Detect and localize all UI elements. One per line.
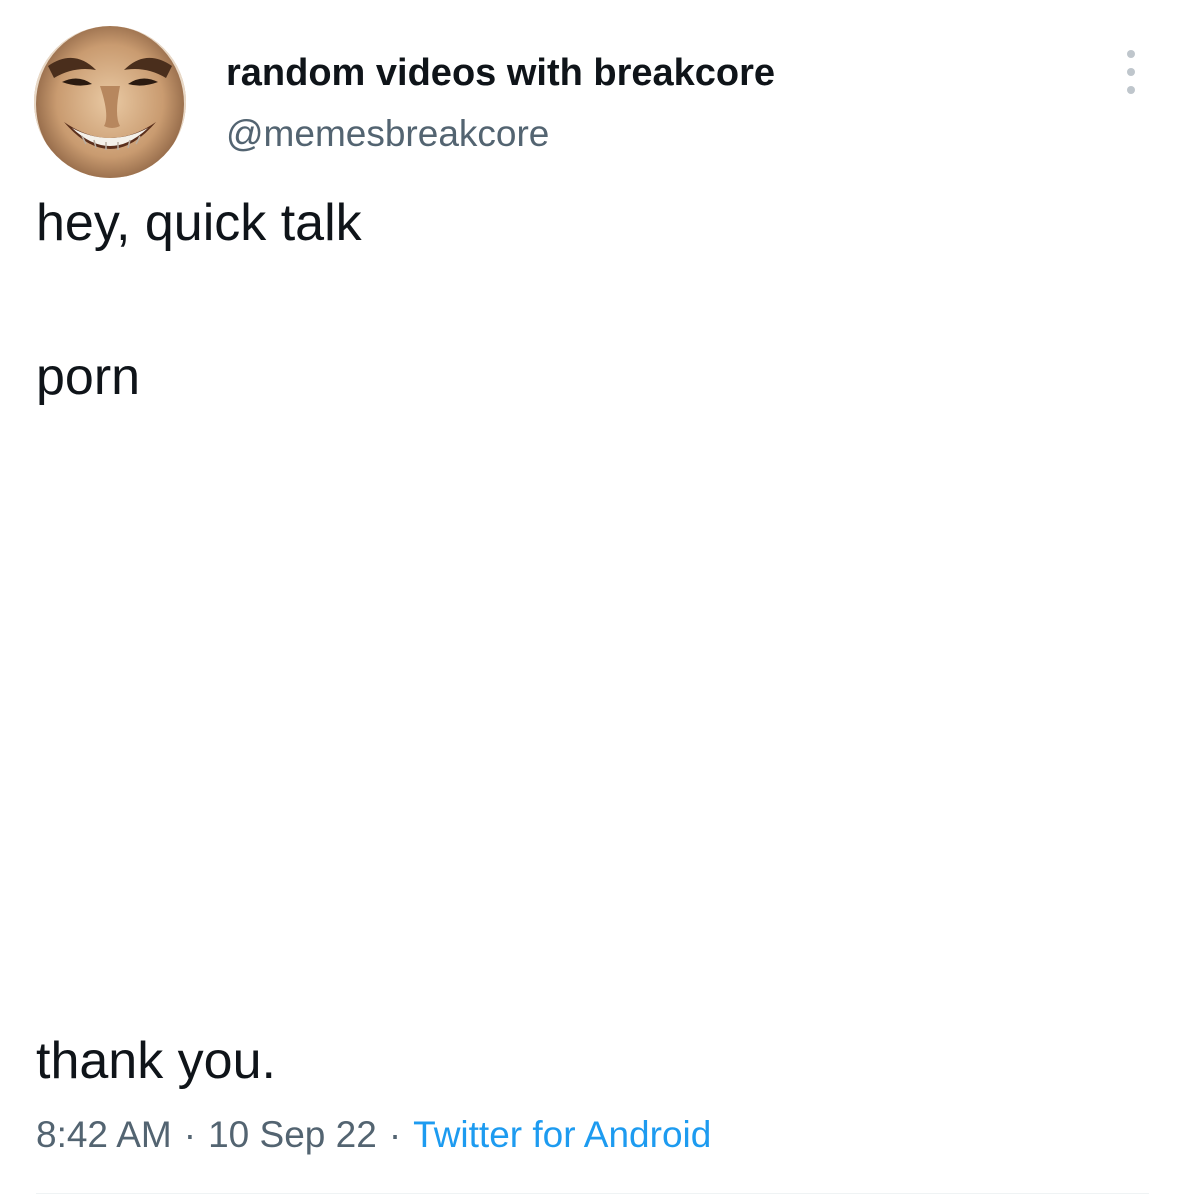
avatar[interactable] [34, 26, 186, 178]
more-vertical-icon [1127, 50, 1135, 58]
tweet-source-link[interactable]: Twitter for Android [413, 1114, 711, 1155]
separator: · [183, 1114, 197, 1155]
tweet-text-line: hey, quick talk [36, 194, 362, 252]
tweet-text-line: porn [36, 348, 141, 406]
tweet-date[interactable]: 10 Sep 22 [208, 1114, 377, 1155]
tweet-time[interactable]: 8:42 AM [36, 1114, 172, 1155]
separator: · [388, 1114, 402, 1155]
tweet-card: random videos with breakcore @memesbreak… [0, 0, 1189, 1200]
tweet-metadata: 8:42 AM · 10 Sep 22 · Twitter for Android [36, 1111, 711, 1159]
more-vertical-icon-dot [1127, 86, 1135, 94]
username-handle[interactable]: @memesbreakcore [226, 112, 549, 156]
display-name[interactable]: random videos with breakcore [226, 50, 775, 96]
divider [36, 1193, 1149, 1194]
more-vertical-icon-dot [1127, 68, 1135, 76]
avatar-face-image [34, 26, 186, 178]
more-options-button[interactable] [1116, 50, 1146, 94]
tweet-text-line: thank you. [36, 1032, 276, 1090]
